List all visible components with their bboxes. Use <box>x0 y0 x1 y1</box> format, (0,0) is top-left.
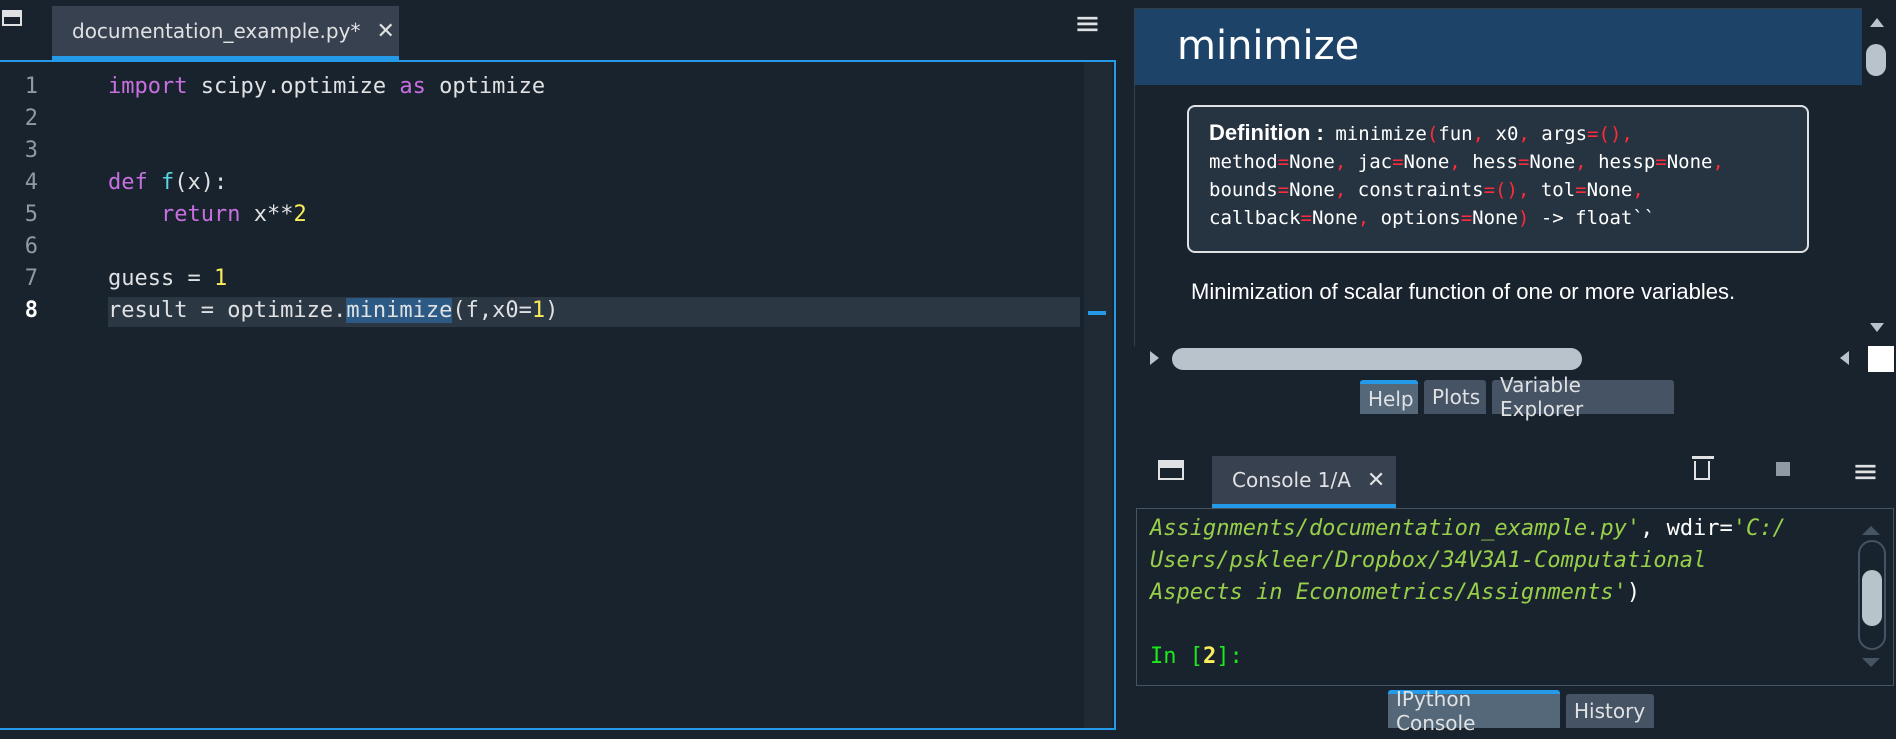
close-icon[interactable]: ✕ <box>1367 468 1385 493</box>
line-number: 4 <box>24 170 38 195</box>
line-number: 5 <box>24 202 38 227</box>
line-number: 7 <box>24 266 38 291</box>
tab-plots-label: Plots <box>1432 385 1481 409</box>
scroll-arrow-icon[interactable] <box>1870 323 1884 332</box>
stop-icon[interactable] <box>1776 462 1790 476</box>
code-editor-area[interactable] <box>100 62 1084 728</box>
definition-box: Definition : minimize(fun, x0, args=(), … <box>1187 105 1809 253</box>
scroll-arrow-icon[interactable] <box>1870 18 1884 27</box>
console-line-2: Users/pskleer/Dropbox/34V3A1-Computation… <box>1150 548 1707 573</box>
console-scroll-thumb[interactable] <box>1862 570 1882 626</box>
tab-help[interactable]: Help <box>1360 380 1418 414</box>
help-hscroll-thumb[interactable] <box>1172 348 1582 370</box>
console-line-1: Assignments/documentation_example.py', w… <box>1150 516 1786 541</box>
tab-help-label: Help <box>1368 387 1414 411</box>
tab-plots[interactable]: Plots <box>1424 380 1486 414</box>
tab-console-label: Console 1/A <box>1232 468 1351 492</box>
selected-text: minimize <box>346 298 453 323</box>
tab-label: documentation_example.py* <box>72 19 361 43</box>
tab-ipython-console-label: IPython Console <box>1396 687 1476 735</box>
tab-history-label: History <box>1574 699 1646 723</box>
undock-icon[interactable] <box>1158 460 1184 480</box>
code-line-7[interactable]: guess = 1 <box>108 266 227 291</box>
help-title: minimize <box>1177 23 1360 69</box>
tab-ipython-console[interactable]: IPython Console <box>1388 687 1560 735</box>
line-number: 6 <box>24 234 38 259</box>
scroll-arrow-icon[interactable] <box>1862 526 1880 535</box>
undock-icon[interactable] <box>2 10 22 26</box>
console-prompt[interactable]: In [2]: <box>1150 644 1243 669</box>
trash-icon[interactable] <box>1692 456 1714 480</box>
tab-variable-explorer-label: Variable Explorer <box>1500 373 1584 421</box>
line-number-current: 8 <box>24 298 38 323</box>
tab-history[interactable]: History <box>1566 694 1654 728</box>
help-description: Minimization of scalar function of one o… <box>1191 279 1736 304</box>
code-line-1[interactable]: import scipy.optimize as optimize <box>108 74 545 99</box>
line-number-gutter: 1 2 3 4 5 6 7 8 <box>0 62 100 728</box>
close-icon[interactable]: ✕ <box>376 19 394 44</box>
scroll-arrow-icon[interactable] <box>1862 658 1880 667</box>
help-pane: minimize Definition : minimize(fun, x0, … <box>1134 8 1864 348</box>
line-number: 3 <box>24 138 38 163</box>
code-line-5[interactable]: return x**2 <box>108 202 307 227</box>
code-line-4[interactable]: def f(x): <box>108 170 227 195</box>
code-line-8[interactable]: result = optimize.minimize(f,x0=1) <box>108 298 558 323</box>
tab-documentation-example[interactable]: documentation_example.py* ✕ <box>52 6 399 60</box>
help-vscroll-thumb[interactable] <box>1866 44 1886 76</box>
editor-scrollbar[interactable] <box>1084 62 1112 728</box>
hamburger-menu-icon[interactable]: ≡ <box>1852 452 1879 490</box>
scroll-arrow-icon[interactable] <box>1150 351 1159 365</box>
line-number: 2 <box>24 106 38 131</box>
tab-console[interactable]: Console 1/A ✕ <box>1212 456 1396 508</box>
scroll-arrow-icon[interactable] <box>1840 351 1849 365</box>
line-number: 1 <box>24 74 38 99</box>
console-line-3: Aspects in Econometrics/Assignments') <box>1150 580 1641 605</box>
tab-variable-explorer[interactable]: Variable Explorer <box>1492 373 1674 421</box>
definition-label: Definition : <box>1209 120 1324 145</box>
hamburger-menu-icon[interactable]: ≡ <box>1074 4 1101 42</box>
ruler-marker <box>1088 311 1106 315</box>
scrollbar-corner <box>1868 346 1894 372</box>
